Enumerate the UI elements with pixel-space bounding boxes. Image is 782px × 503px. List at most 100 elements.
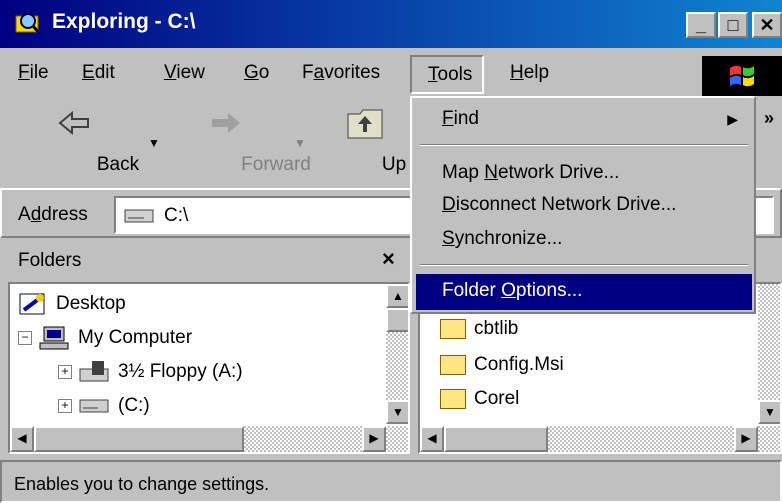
floppy-drive-icon <box>79 361 109 382</box>
tree-vscroll-thumb[interactable] <box>386 308 408 332</box>
folder-tree[interactable]: Desktop − My Computer + 3½ Floppy (A:) +… <box>8 282 410 454</box>
menu-go-accel: G <box>244 62 259 83</box>
tree-item-my-computer[interactable]: − My Computer <box>18 322 192 354</box>
tree-scroll-down-icon[interactable]: ▼ <box>386 400 408 424</box>
forward-button[interactable]: Forward <box>176 98 311 184</box>
menu-item-map-pre: Map <box>442 162 485 183</box>
menu-edit-rest: dit <box>94 62 115 83</box>
menu-item-disconnect-rest: isconnect Network Drive... <box>455 194 677 215</box>
window-title: Exploring - C:\ <box>52 10 196 33</box>
maximize-button[interactable]: □ <box>718 12 748 38</box>
tree-scroll-left-icon[interactable]: ◀ <box>10 426 34 452</box>
menu-favorites-rest: vorites <box>324 62 381 83</box>
hard-drive-icon <box>79 399 109 413</box>
menu-view-rest: iew <box>176 62 205 83</box>
tree-item-label: (C:) <box>118 395 150 416</box>
menu-edit-accel: E <box>82 62 95 83</box>
explorer-icon <box>14 10 42 36</box>
menu-tools-accel: T <box>428 64 438 85</box>
submenu-arrow-icon: ▶ <box>727 111 738 127</box>
title-bar[interactable]: Exploring - C:\ _ □ ✕ <box>0 0 782 48</box>
menu-item-folder-options-rest: ptions... <box>515 280 583 301</box>
folder-icon <box>440 319 466 339</box>
menu-view[interactable]: View <box>164 62 205 84</box>
address-label-pre: A <box>18 204 31 225</box>
file-item-corel[interactable]: Corel <box>440 384 519 414</box>
menu-view-accel: V <box>164 62 177 83</box>
menu-favorites[interactable]: Favorites <box>302 62 380 84</box>
file-item-label: Corel <box>474 388 520 409</box>
expand-toggle-icon[interactable]: + <box>58 365 72 379</box>
menu-help[interactable]: Help <box>510 62 549 84</box>
folders-title: Folders <box>18 250 82 271</box>
files-scroll-down-icon[interactable]: ▼ <box>758 400 780 424</box>
menu-edit[interactable]: Edit <box>82 62 115 84</box>
menu-item-sync-rest: ynchronize... <box>454 228 563 249</box>
folders-header: Folders × <box>6 242 410 282</box>
tree-item-c-drive[interactable]: + (C:) <box>58 390 150 422</box>
tree-hscroll-thumb[interactable] <box>34 426 244 452</box>
windows-logo-icon <box>702 56 782 96</box>
collapse-toggle-icon[interactable]: − <box>18 331 32 345</box>
up-button[interactable]: Up <box>334 98 406 184</box>
desktop-icon <box>19 293 45 315</box>
file-item-label: Config.Msi <box>474 354 564 375</box>
menu-file-rest: ile <box>29 62 49 83</box>
minimize-button[interactable]: _ <box>686 12 716 38</box>
menu-item-folder-options-pre: Folder <box>442 280 502 301</box>
back-dropdown-icon[interactable]: ▼ <box>148 136 160 150</box>
close-button[interactable]: ✕ <box>752 12 782 38</box>
address-label-accel: d <box>30 204 42 225</box>
menu-item-folder-options-accel: O <box>501 280 516 301</box>
status-text: Enables you to change settings. <box>14 474 270 494</box>
tree-item-desktop[interactable]: Desktop <box>18 288 126 320</box>
tree-item-floppy[interactable]: + 3½ Floppy (A:) <box>58 356 243 388</box>
menu-file[interactable]: File <box>18 62 49 84</box>
files-scroll-right-icon[interactable]: ▶ <box>734 426 758 452</box>
forward-arrow-icon <box>212 113 240 133</box>
status-bar: Enables you to change settings. <box>0 460 782 503</box>
files-hscroll-thumb[interactable] <box>444 426 548 452</box>
up-folder-icon <box>347 109 383 139</box>
menu-item-find-rest: ind <box>453 108 479 129</box>
toolbar-more-icon[interactable]: » <box>764 108 774 129</box>
back-label: Back <box>96 154 140 175</box>
address-label-rest: dress <box>41 204 88 225</box>
menu-item-map-rest: etwork Drive... <box>497 162 620 183</box>
menu-file-accel: F <box>18 62 30 83</box>
tree-item-label: Desktop <box>56 293 126 314</box>
menu-item-synchronize[interactable]: Synchronize... <box>416 222 752 258</box>
menu-tools-rest: ools <box>437 64 473 85</box>
menu-help-rest: elp <box>523 62 550 83</box>
menu-go[interactable]: Go <box>244 62 269 84</box>
menu-item-map-network-drive[interactable]: Map Network Drive... <box>416 156 752 192</box>
menu-tools[interactable]: Tools <box>410 55 485 94</box>
expand-toggle-icon[interactable]: + <box>58 399 72 413</box>
menu-item-folder-options[interactable]: Folder Options... <box>416 274 752 310</box>
back-arrow-icon <box>58 110 89 136</box>
tree-scroll-right-icon[interactable]: ▶ <box>362 426 386 452</box>
tree-item-label: My Computer <box>78 327 193 348</box>
menu-help-accel: H <box>510 62 524 83</box>
files-scroll-left-icon[interactable]: ◀ <box>420 426 444 452</box>
menu-separator <box>420 144 748 146</box>
folder-icon <box>440 355 466 375</box>
computer-icon <box>39 326 69 350</box>
file-item-config-msi[interactable]: Config.Msi <box>440 350 564 380</box>
drive-icon <box>124 209 154 223</box>
forward-label: Forward <box>241 154 311 175</box>
menu-item-disconnect-network-drive[interactable]: Disconnect Network Drive... <box>416 188 752 224</box>
file-item-label: cbtlib <box>474 318 519 339</box>
address-label: Address <box>18 204 88 226</box>
forward-dropdown-icon[interactable]: ▼ <box>294 136 306 150</box>
menu-bar: File Edit View Go Favorites Tools Help <box>0 52 782 96</box>
back-button[interactable]: Back <box>38 98 139 184</box>
address-value: C:\ <box>164 205 189 226</box>
folders-close-button[interactable]: × <box>382 246 395 272</box>
file-item-cbtlib[interactable]: cbtlib <box>440 314 518 344</box>
menu-item-disconnect-accel: D <box>442 194 456 215</box>
tree-scroll-up-icon[interactable]: ▲ <box>386 284 408 308</box>
menu-item-sync-accel: S <box>442 228 455 249</box>
menu-item-find[interactable]: Find ▶ <box>416 102 752 138</box>
tree-item-label: 3½ Floppy (A:) <box>118 361 243 382</box>
